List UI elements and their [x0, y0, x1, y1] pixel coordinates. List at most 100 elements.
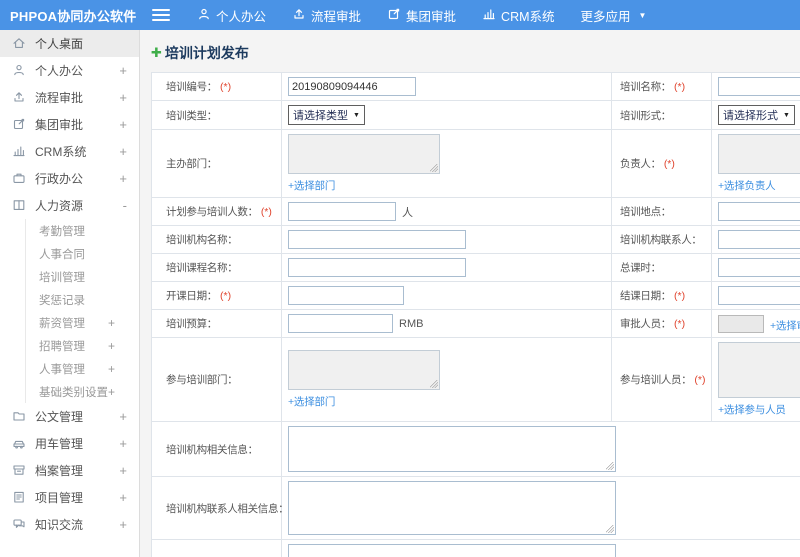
org-contact-info-textarea[interactable] — [288, 481, 616, 535]
sidebar-item-group-approval[interactable]: 集团审批 + — [0, 111, 139, 138]
select-leader-link[interactable]: +选择负责人 — [718, 178, 776, 193]
org-name-input[interactable] — [288, 230, 466, 249]
nav-group-approval[interactable]: 集团审批 — [374, 0, 469, 30]
form-row: 计划参与培训人数： (*) 人 培训地点： — [151, 197, 800, 226]
total-hours-input[interactable] — [718, 258, 800, 277]
sidebar-sub-hr-contract[interactable]: 人事合同 — [26, 242, 139, 265]
folder-icon — [12, 409, 27, 424]
sidebar-item-crm[interactable]: CRM系统 + — [0, 138, 139, 165]
edit-icon — [12, 117, 27, 132]
sidebar-sub-salary[interactable]: 薪资管理 + — [26, 311, 139, 334]
join-people-textarea[interactable] — [718, 342, 800, 398]
form-row: 参与培训部门： +选择部门 参与培训人员： (*) +选择参与人员 — [151, 337, 800, 422]
sidebar-item-vehicle[interactable]: 用车管理 + — [0, 430, 139, 457]
caret-down-icon: ▼ — [638, 10, 647, 20]
training-no-input[interactable] — [288, 77, 416, 96]
unit-suffix: 人 — [402, 206, 413, 219]
expand-plus: + — [119, 171, 127, 186]
field-label: 培训机构联系人： — [611, 225, 712, 254]
training-name-input[interactable] — [718, 77, 800, 96]
form-row: 培训课程名称： 总课时： — [151, 253, 800, 282]
sidebar-sub-attendance[interactable]: 考勤管理 — [26, 219, 139, 242]
nav-crm-system[interactable]: CRM系统 — [469, 0, 567, 30]
sidebar-item-label: 人力资源 — [35, 199, 84, 213]
org-info-textarea[interactable] — [288, 426, 616, 472]
sidebar-item-desktop[interactable]: 个人桌面 — [0, 30, 139, 57]
form-row: 培训机构联系人相关信息： — [151, 476, 800, 540]
field-label: 总课时： — [611, 253, 712, 282]
start-date-input[interactable] — [288, 286, 404, 305]
sidebar-item-personal-office[interactable]: 个人办公 + — [0, 57, 139, 84]
sidebar-sub-personnel[interactable]: 人事管理 + — [26, 357, 139, 380]
field-label: 负责人： (*) — [611, 129, 712, 198]
sub-item-label: 考勤管理 — [39, 225, 85, 238]
sidebar-sub-recruit[interactable]: 招聘管理 + — [26, 334, 139, 357]
approver-input[interactable] — [718, 314, 764, 333]
form-row: 培训类型： 请选择类型 ▼ 培训形式： 请选择形式 ▼ — [151, 100, 800, 130]
location-input[interactable] — [718, 202, 800, 221]
sidebar-sub-reward[interactable]: 奖惩记录 — [26, 288, 139, 311]
org-contact-input[interactable] — [718, 230, 800, 249]
required-marker: (*) — [694, 374, 706, 386]
sidebar-item-admin-office[interactable]: 行政办公 + — [0, 165, 139, 192]
field-label: 培训地点： — [611, 197, 712, 226]
sidebar-item-label: 个人桌面 — [35, 37, 84, 51]
sidebar-item-archive[interactable]: 档案管理 + — [0, 457, 139, 484]
currency-suffix: RMB — [399, 317, 424, 330]
chart-icon — [12, 144, 27, 159]
nav-more-apps[interactable]: 更多应用 ▼ — [568, 0, 660, 30]
form-row: 开课日期： (*) 结课日期： (*) — [151, 281, 800, 310]
sidebar-item-label: 集团审批 — [35, 118, 84, 132]
edit-icon — [387, 7, 401, 24]
expand-plus: + — [119, 90, 127, 105]
chevron-down-icon: ▼ — [353, 111, 360, 119]
select-join-people-link[interactable]: +选择参与人员 — [718, 402, 786, 417]
page-title-text: 培训计划发布 — [164, 45, 249, 61]
chevron-down-icon: ▼ — [783, 111, 790, 119]
field-label: 培训预算： — [151, 309, 282, 338]
sidebar-item-workflow-approval[interactable]: 流程审批 + — [0, 84, 139, 111]
nav-workflow-approval[interactable]: 流程审批 — [279, 0, 374, 30]
expand-minus: - — [122, 198, 127, 213]
plan-count-input[interactable] — [288, 202, 396, 221]
host-dept-textarea[interactable] — [288, 134, 440, 174]
sidebar-item-knowledge[interactable]: 知识交流 + — [0, 511, 139, 538]
sidebar-item-label: 行政办公 — [35, 172, 84, 186]
end-date-input[interactable] — [718, 286, 800, 305]
join-dept-textarea[interactable] — [288, 350, 440, 390]
select-join-dept-link[interactable]: +选择部门 — [288, 394, 335, 409]
sidebar-item-label: 个人办公 — [35, 64, 84, 78]
expand-plus: + — [119, 144, 127, 159]
sidebar-sub-base-category[interactable]: 基础类别设置 + — [26, 380, 139, 403]
nav-personal-office[interactable]: 个人办公 — [184, 0, 279, 30]
expand-plus: + — [107, 315, 115, 330]
select-dept-link[interactable]: +选择部门 — [288, 178, 335, 193]
sidebar-sub-training[interactable]: 培训管理 — [26, 265, 139, 288]
briefcase-icon — [12, 171, 27, 186]
field-label: 培训机构名称： — [151, 225, 282, 254]
required-marker: (*) — [260, 206, 272, 218]
expand-plus: + — [119, 463, 127, 478]
form-row: 培训要求： — [151, 539, 800, 557]
archive-icon — [12, 463, 27, 478]
sidebar-item-hr[interactable]: 人力资源 - — [0, 192, 139, 219]
sidebar-item-label: 流程审批 — [35, 91, 84, 105]
plus-icon: ✚ — [151, 45, 162, 60]
hr-submenu: 考勤管理 人事合同 培训管理 奖惩记录 薪资管理 + 招聘管理 + 人事管理 +… — [25, 219, 139, 403]
expand-plus: + — [119, 490, 127, 505]
select-approver-link[interactable]: +选择审批人员 — [770, 318, 800, 333]
leader-textarea[interactable] — [718, 134, 800, 174]
training-form-select[interactable]: 请选择形式 ▼ — [718, 105, 795, 125]
sidebar-item-documents[interactable]: 公文管理 + — [0, 403, 139, 430]
hr-book-icon — [12, 198, 27, 213]
course-name-input[interactable] — [288, 258, 466, 277]
training-type-select[interactable]: 请选择类型 ▼ — [288, 105, 365, 125]
budget-input[interactable] — [288, 314, 393, 333]
requirement-textarea[interactable] — [288, 544, 616, 557]
sidebar-item-project[interactable]: 项目管理 + — [0, 484, 139, 511]
form-row: 主办部门： +选择部门 负责人： (*) +选择负责人 — [151, 129, 800, 198]
sidebar: 个人桌面 个人办公 + 流程审批 + 集团审批 + CRM系统 + 行政办公 +… — [0, 30, 140, 557]
menu-toggle-icon[interactable] — [152, 9, 170, 21]
nav-label: 个人办公 — [216, 9, 267, 24]
field-label: 培训机构联系人相关信息： — [151, 476, 289, 540]
